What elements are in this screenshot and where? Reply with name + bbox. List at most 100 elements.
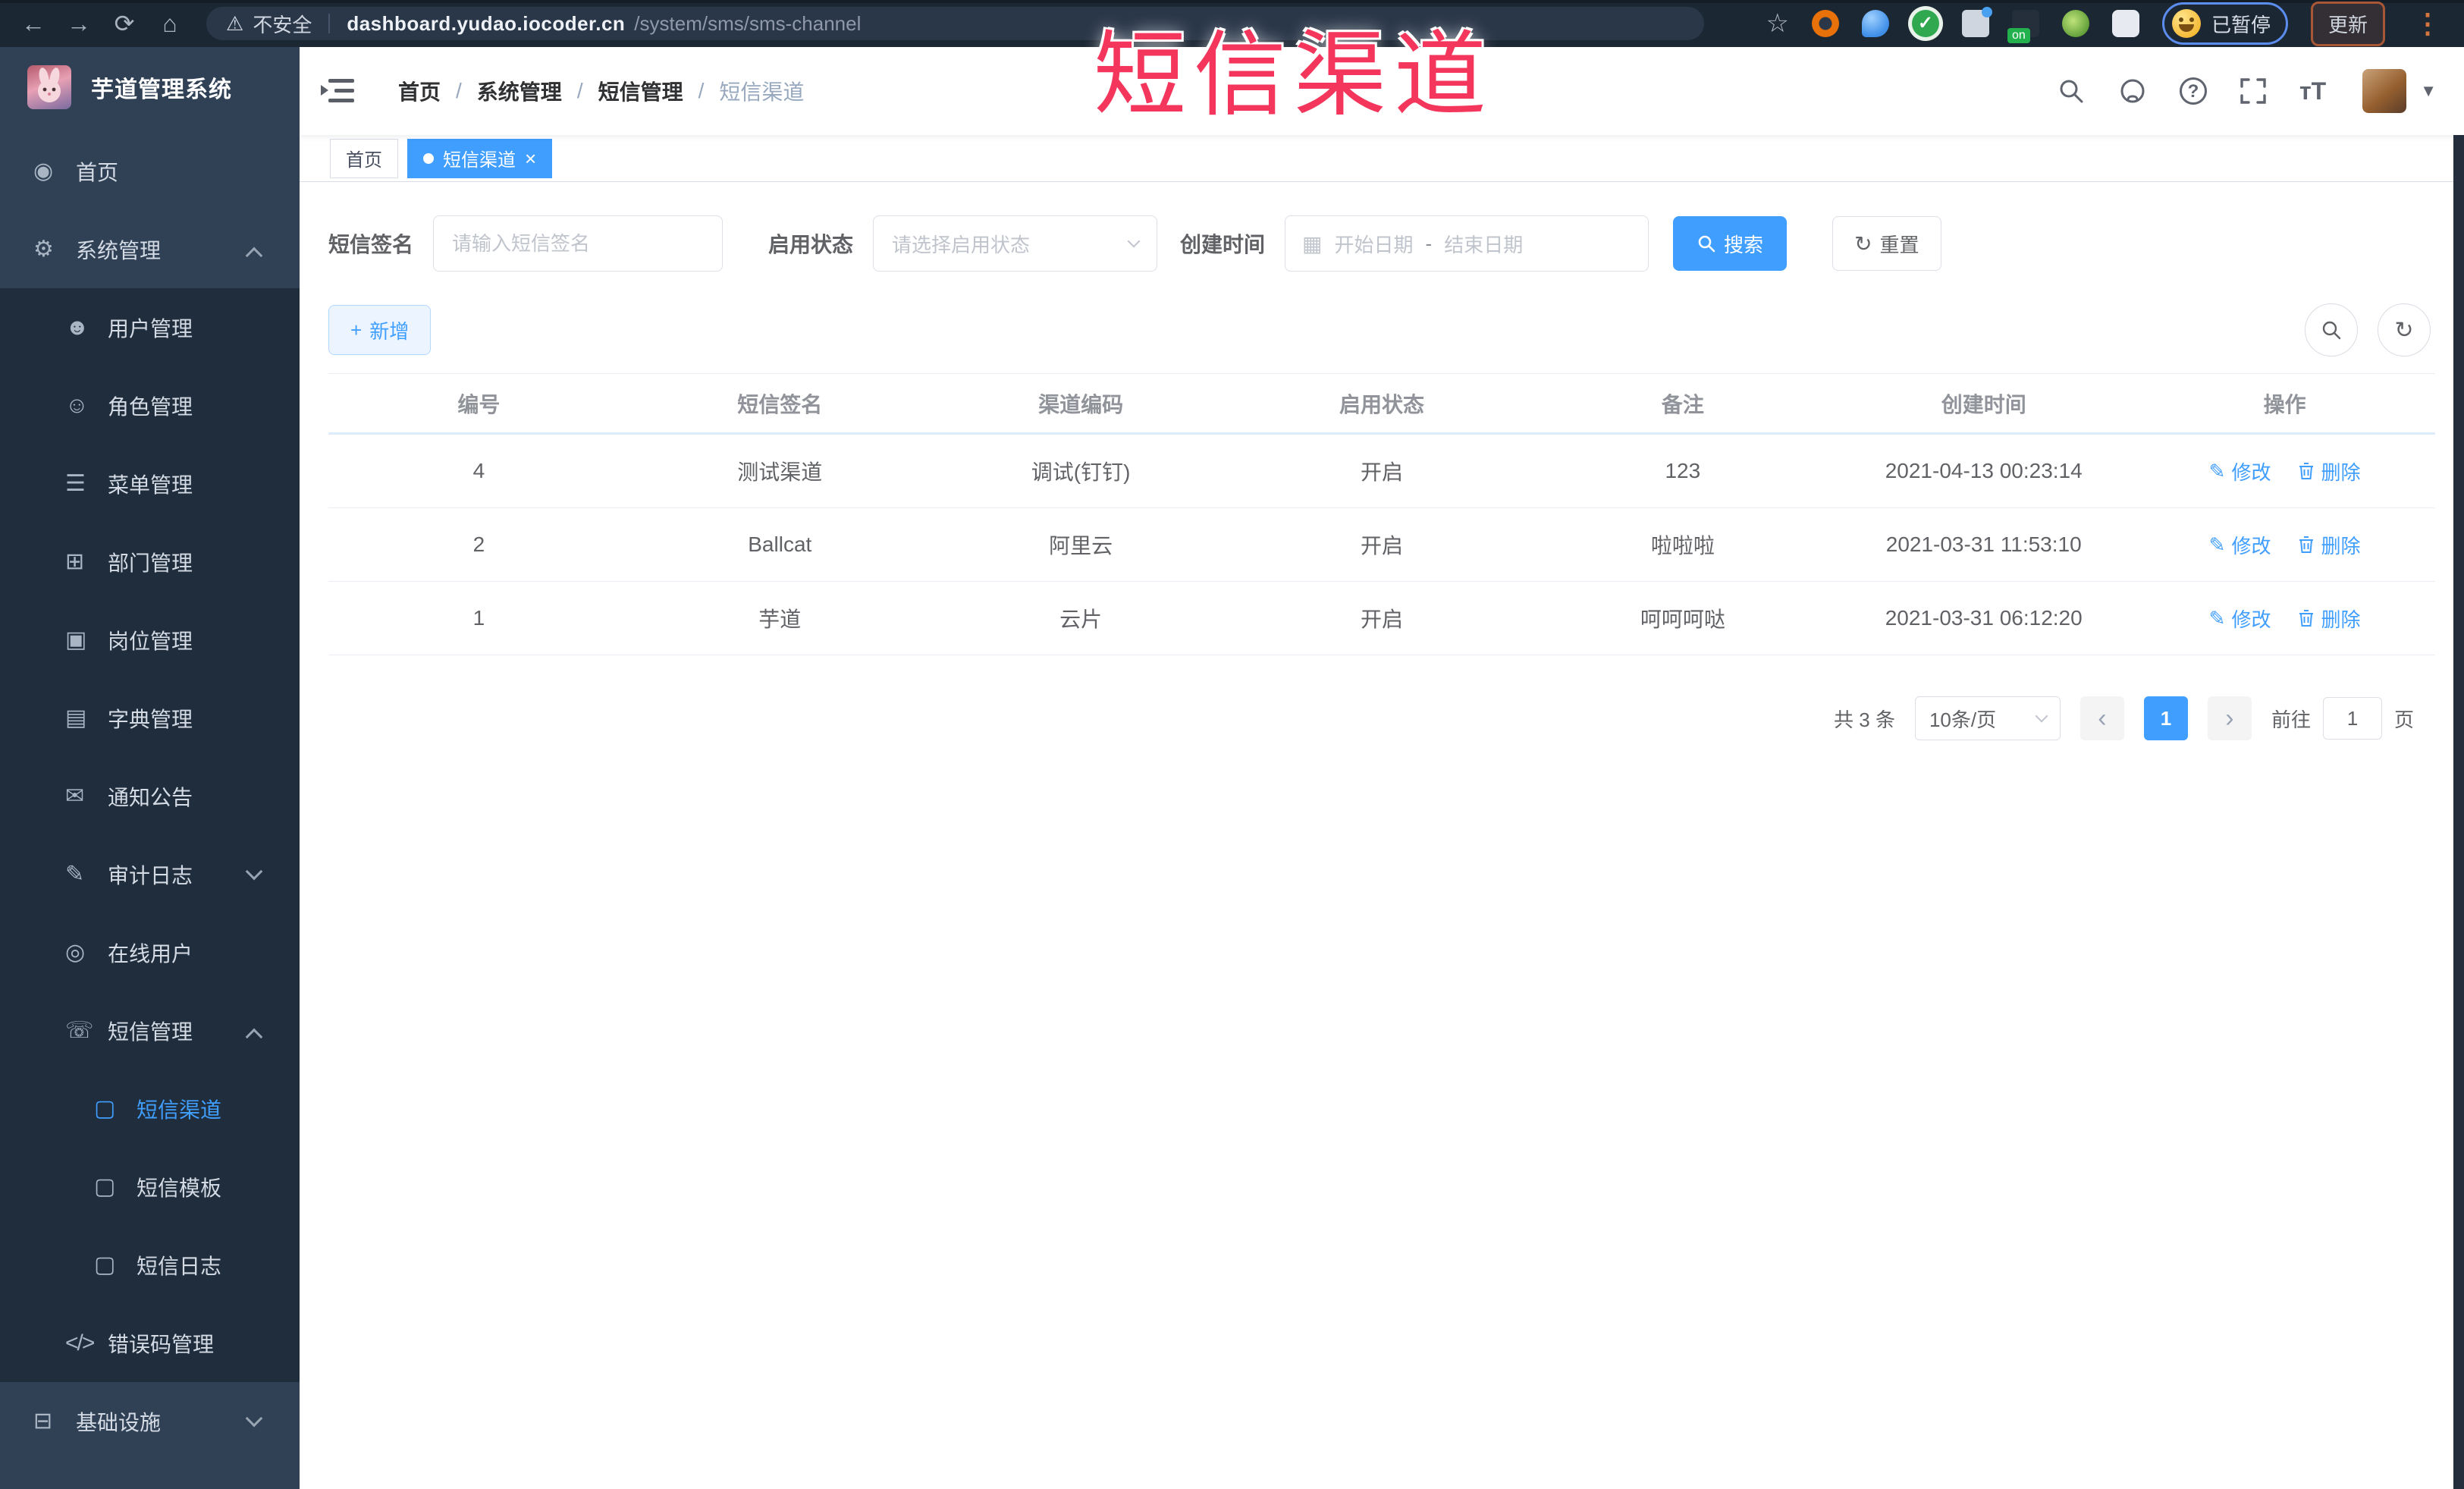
sidebar-item-user-management[interactable]: ☻ 用户管理 [0, 288, 300, 366]
sidebar-item-sms-management[interactable]: ☏ 短信管理 [0, 991, 300, 1070]
sidebar-item-notice[interactable]: ✉ 通知公告 [0, 757, 300, 835]
sidebar-item-sms-template[interactable]: ▢ 短信模板 [0, 1148, 300, 1226]
bookmark-star-icon[interactable]: ☆ [1766, 8, 1788, 39]
edit-link[interactable]: ✎ 修改 [2209, 605, 2271, 633]
github-icon[interactable] [2117, 76, 2148, 106]
edit-link[interactable]: ✎ 修改 [2209, 531, 2271, 559]
search-icon[interactable] [2057, 77, 2086, 105]
prev-page-button[interactable]: ‹ [2079, 696, 2124, 740]
sidebar-menu: ◉ 首页 ⚙ 系统管理 ☻ 用户管理 ☺ 角色管理 ☰ 菜单管理 ⊞ 部门管理 [0, 132, 300, 1460]
extension-leaf-icon[interactable] [2061, 10, 2089, 37]
search-button[interactable]: 搜索 [1673, 216, 1788, 271]
edit-link[interactable]: ✎ 修改 [2209, 457, 2271, 485]
reset-button[interactable]: ↻ 重置 [1832, 216, 1941, 271]
cell-status: 开启 [1360, 608, 1403, 631]
sidebar-item-sms-channel[interactable]: ▢ 短信渠道 [0, 1070, 300, 1148]
sidebar-collapse-icon[interactable] [321, 77, 354, 105]
font-size-icon[interactable]: тT [2299, 77, 2326, 105]
extension-grid-icon[interactable] [1961, 7, 1992, 37]
extension-switch-icon[interactable] [2007, 10, 2039, 43]
user-icon: ☻ [65, 314, 89, 340]
profile-paused-badge[interactable]: 已暂停 [2161, 2, 2288, 45]
delete-link[interactable]: 删除 [2298, 531, 2360, 559]
dictionary-icon: ▤ [65, 705, 87, 730]
sidebar-item-menu-management[interactable]: ☰ 菜单管理 [0, 445, 300, 523]
extension-orange-icon[interactable] [1811, 10, 1839, 37]
sidebar-item-system-management[interactable]: ⚙ 系统管理 [0, 210, 300, 288]
delete-link[interactable]: 删除 [2298, 605, 2360, 633]
sidebar-item-role-management[interactable]: ☺ 角色管理 [0, 366, 300, 445]
next-page-button[interactable]: › [2207, 696, 2252, 740]
browser-reload-icon[interactable]: ⟳ [105, 9, 144, 38]
fullscreen-icon[interactable] [2239, 77, 2268, 105]
extension-drop-icon[interactable] [1861, 10, 1889, 37]
paused-label: 已暂停 [2211, 13, 2271, 36]
infrastructure-icon: ⊟ [33, 1409, 53, 1434]
goto-page-input[interactable] [2322, 697, 2382, 740]
browser-home-icon[interactable]: ⌂ [150, 10, 190, 38]
cell-status: 开启 [1360, 460, 1403, 484]
sidebar-item-error-code-management[interactable]: </> 错误码管理 [0, 1304, 300, 1382]
chevron-up-icon [245, 247, 263, 265]
sidebar-item-infrastructure[interactable]: ⊟ 基础设施 [0, 1382, 300, 1460]
toggle-search-button[interactable] [2305, 303, 2358, 357]
help-icon[interactable]: ? [2180, 77, 2207, 105]
search-button-label: 搜索 [1724, 233, 1764, 256]
pagination: 共 3 条 10条/页 ‹ 1 › 前往 页 [328, 696, 2435, 740]
profile-emoji-icon [2171, 9, 2201, 38]
browser-extensions-area: ☆ ✓ 已暂停 更新 ⋮ [1766, 1, 2450, 46]
sidebar-item-sms-log[interactable]: ▢ 短信日志 [0, 1226, 300, 1304]
goto-label: 前往 [2271, 708, 2311, 731]
browser-menu-icon[interactable]: ⋮ [2414, 8, 2443, 39]
audit-log-icon: ✎ [65, 862, 85, 887]
tab-label: 短信渠道 [443, 150, 516, 171]
cell-code: 调试(钉钉) [1031, 460, 1131, 484]
cell-signature: Ballcat [748, 532, 812, 556]
add-button[interactable]: + 新增 [328, 305, 432, 355]
browser-back-icon[interactable]: ← [14, 10, 53, 38]
sms-template-icon: ▢ [94, 1174, 116, 1199]
signature-input[interactable] [433, 215, 724, 272]
date-range-picker[interactable]: ▦ 开始日期 - 结束日期 [1285, 215, 1649, 272]
extensions-puzzle-icon[interactable] [2111, 10, 2139, 37]
active-tab-dot-icon [423, 152, 434, 164]
user-menu[interactable]: ▼ [2362, 69, 2437, 113]
delete-link[interactable]: 删除 [2298, 457, 2360, 485]
sidebar-logo-row[interactable]: 芋道管理系统 [0, 47, 300, 127]
security-label: 不安全 [253, 13, 312, 36]
tab-home[interactable]: 首页 [330, 138, 398, 178]
close-icon[interactable]: × [525, 149, 536, 168]
chevron-up-icon [245, 1028, 263, 1046]
end-date-placeholder: 结束日期 [1444, 233, 1524, 256]
sidebar-item-audit-log[interactable]: ✎ 审计日志 [0, 835, 300, 913]
sidebar-item-dictionary-management[interactable]: ▤ 字典管理 [0, 679, 300, 757]
status-select[interactable]: 请选择启用状态 [873, 215, 1158, 272]
breadcrumb: 首页 / 系统管理 / 短信管理 / 短信渠道 [398, 76, 804, 106]
refresh-table-button[interactable]: ↻ [2378, 303, 2431, 357]
sidebar-item-post-management[interactable]: ▣ 岗位管理 [0, 601, 300, 679]
column-header-code: 渠道编码 [1038, 392, 1124, 416]
tab-sms-channel[interactable]: 短信渠道 × [407, 138, 553, 178]
cell-actions: ✎ 修改 删除 [2134, 531, 2435, 559]
trash-icon [2299, 610, 2314, 627]
current-page-button[interactable]: 1 [2143, 696, 2188, 740]
cell-signature: 测试渠道 [737, 460, 823, 484]
browser-update-button[interactable]: 更新 [2310, 1, 2385, 46]
status-label: 启用状态 [768, 233, 854, 256]
goto-page: 前往 页 [2271, 697, 2414, 740]
breadcrumb-sms-management[interactable]: 短信管理 [598, 76, 683, 106]
breadcrumb-system-management[interactable]: 系统管理 [477, 76, 562, 106]
sidebar-item-home[interactable]: ◉ 首页 [0, 132, 300, 210]
breadcrumb-home[interactable]: 首页 [398, 76, 441, 106]
cell-code: 阿里云 [1049, 534, 1113, 558]
sidebar-item-online-users[interactable]: ◎ 在线用户 [0, 913, 300, 991]
browser-forward-icon[interactable]: → [59, 10, 99, 38]
signature-label: 短信签名 [328, 233, 414, 256]
gear-icon: ⚙ [33, 237, 54, 262]
page-scrollbar[interactable] [2453, 135, 2464, 1489]
extension-check-icon[interactable]: ✓ [1911, 10, 1939, 37]
chevron-down-icon [245, 862, 263, 881]
sidebar-item-department-management[interactable]: ⊞ 部门管理 [0, 523, 300, 601]
page-size-select[interactable]: 10条/页 [1914, 696, 2061, 740]
sidebar-item-label: 短信渠道 [137, 1098, 222, 1122]
